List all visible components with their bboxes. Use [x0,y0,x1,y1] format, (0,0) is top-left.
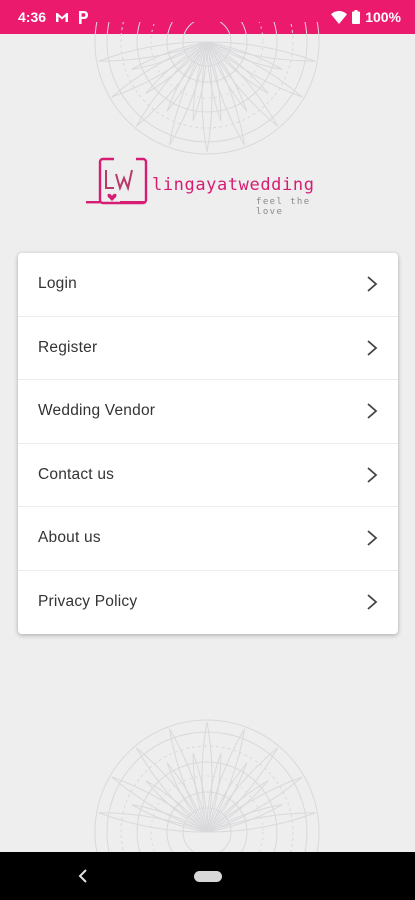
status-time: 4:36 [18,9,47,25]
chevron-right-icon [367,276,378,292]
menu-item-label: About us [38,529,101,547]
brand-tagline: feel the love [256,197,311,217]
menu-item-label: Login [38,275,77,293]
mandala-decoration-top [94,22,320,155]
home-pill-icon[interactable] [194,871,222,882]
back-icon[interactable] [78,869,88,883]
menu-item-about-us[interactable]: About us [18,507,398,571]
menu-item-contact-us[interactable]: Contact us [18,444,398,507]
wifi-icon [331,10,348,24]
mandala-decoration-bottom [94,719,320,852]
parking-icon [78,10,89,24]
battery-percentage: 100% [365,9,401,25]
lw-logo-icon [86,156,148,205]
menu-item-privacy-policy[interactable]: Privacy Policy [18,571,398,635]
chevron-right-icon [367,467,378,483]
chevron-right-icon [367,530,378,546]
system-nav-bar [0,852,415,900]
battery-icon [352,10,361,24]
brand-logo: lingayatwedding feel the love [86,156,336,217]
menu-item-label: Register [38,338,98,356]
status-right: 100% [331,9,401,25]
status-left: 4:36 [18,9,89,25]
menu-item-label: Wedding Vendor [38,402,156,420]
chevron-right-icon [367,340,378,356]
menu-item-login[interactable]: Login [18,253,398,317]
brand-name: lingayatwedding [152,175,315,195]
menu-item-label: Privacy Policy [38,593,138,611]
chevron-right-icon [367,403,378,419]
gmail-icon [55,12,69,23]
menu-card: Login Register Wedding Vendor Contact us… [18,253,398,634]
menu-item-wedding-vendor[interactable]: Wedding Vendor [18,380,398,444]
chevron-right-icon [367,594,378,610]
menu-item-label: Contact us [38,465,115,483]
menu-item-register[interactable]: Register [18,317,398,380]
